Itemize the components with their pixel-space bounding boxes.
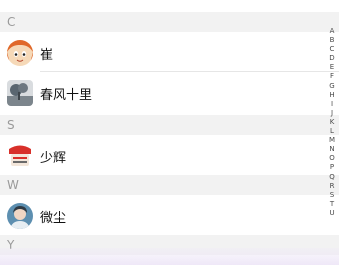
section-header-c: C <box>0 12 339 32</box>
section-header-s: S <box>0 115 339 135</box>
avatar <box>7 80 33 106</box>
index-letter-r[interactable]: R <box>330 182 335 191</box>
badge-avatar-icon <box>7 143 33 169</box>
contact-name: 春风十里 <box>40 88 93 103</box>
orange-hair-avatar-icon <box>7 40 33 66</box>
landscape-avatar-icon <box>7 80 33 106</box>
avatar <box>7 40 33 66</box>
index-letter-n[interactable]: N <box>329 145 334 154</box>
section-letter: S <box>7 118 15 132</box>
index-letter-p[interactable]: P <box>330 163 334 172</box>
index-letter-u[interactable]: U <box>329 209 334 218</box>
index-letter-k[interactable]: K <box>330 118 335 127</box>
index-letter-c[interactable]: C <box>330 45 335 54</box>
index-letter-s[interactable]: S <box>330 191 334 200</box>
index-letter-e[interactable]: E <box>330 63 334 72</box>
index-letter-g[interactable]: G <box>329 82 334 91</box>
contact-row-weichen[interactable]: 微尘 <box>0 195 339 235</box>
section-letter: C <box>7 15 16 29</box>
portrait-avatar-icon <box>7 203 33 229</box>
contact-name: 微尘 <box>40 211 67 226</box>
avatar <box>7 143 33 169</box>
section-header-w: W <box>0 175 339 195</box>
alphabet-index-bar[interactable]: ABCDEFGHIJKLMNOPQRSTU <box>325 27 339 218</box>
index-letter-a[interactable]: A <box>330 27 335 36</box>
contact-row-shaohui[interactable]: 少辉 <box>0 135 339 175</box>
avatar <box>7 203 33 229</box>
contact-row-cui[interactable]: 崔 <box>0 32 339 72</box>
index-letter-o[interactable]: O <box>329 154 335 163</box>
index-letter-b[interactable]: B <box>330 36 335 45</box>
index-letter-f[interactable]: F <box>330 72 334 81</box>
contact-row-chunfeng[interactable]: 春风十里 <box>0 72 339 112</box>
index-letter-d[interactable]: D <box>329 54 334 63</box>
index-letter-i[interactable]: I <box>331 100 333 109</box>
index-letter-m[interactable]: M <box>329 136 335 145</box>
cut-off-top-row <box>0 0 339 12</box>
index-letter-t[interactable]: T <box>330 200 334 209</box>
index-letter-h[interactable]: H <box>329 91 334 100</box>
bottom-fade-overlay <box>0 248 339 265</box>
index-letter-q[interactable]: Q <box>329 173 335 182</box>
index-letter-j[interactable]: J <box>331 109 333 118</box>
section-letter: W <box>7 178 19 192</box>
contact-name: 崔 <box>40 48 54 63</box>
contact-name: 少辉 <box>40 151 67 166</box>
index-letter-l[interactable]: L <box>330 127 334 136</box>
